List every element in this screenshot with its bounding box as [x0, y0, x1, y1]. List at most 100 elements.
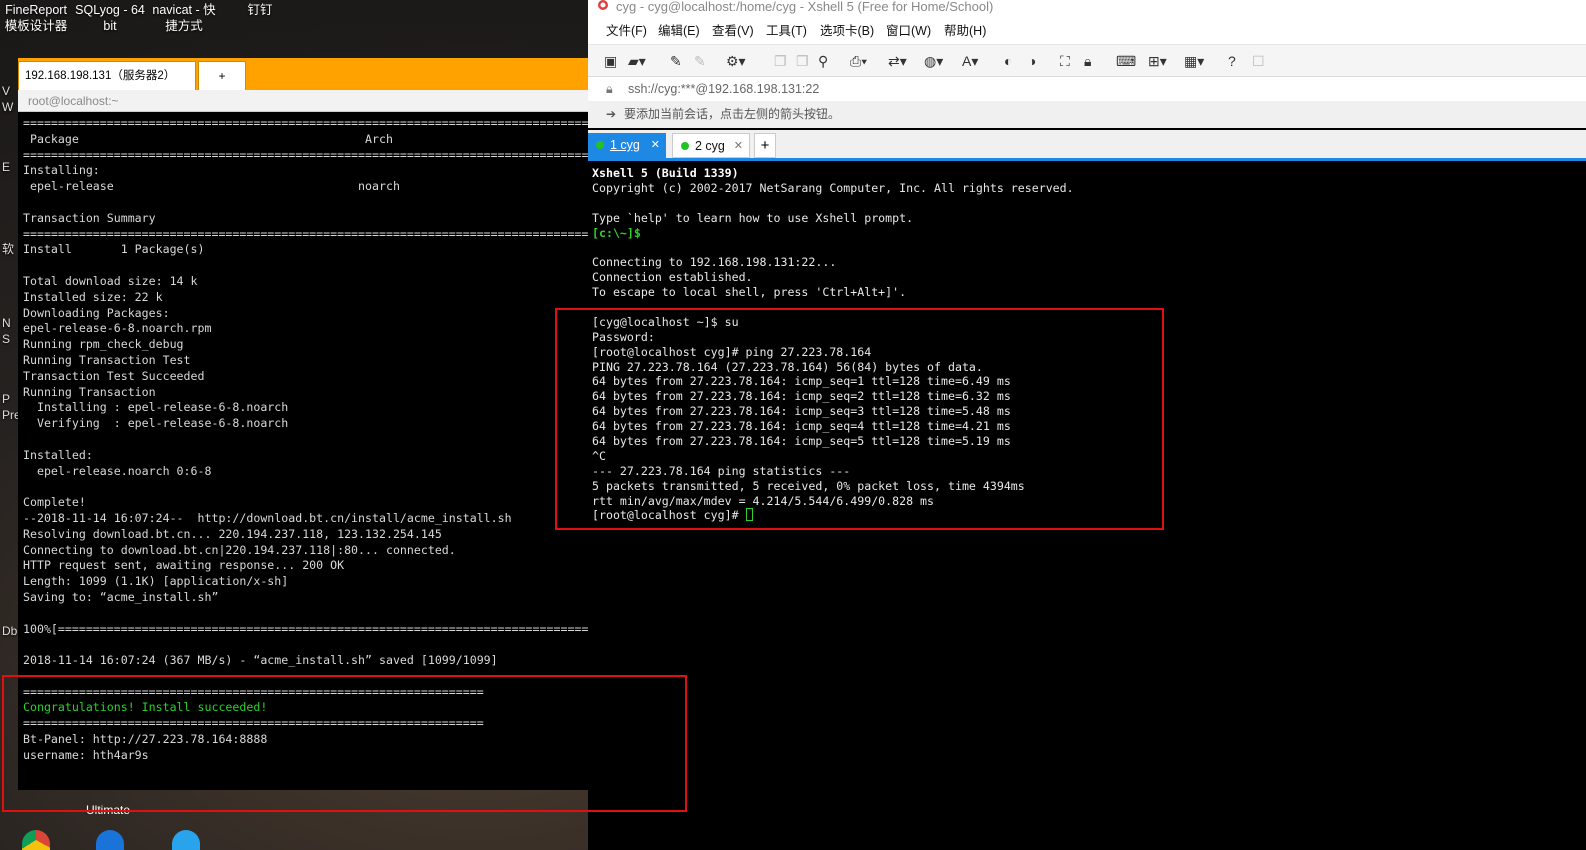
terminal-line: [cyg@localhost ~]$ su — [592, 314, 739, 329]
edge-icon[interactable] — [96, 830, 124, 850]
terminal-line: ^C — [592, 448, 606, 463]
disconnect-icon[interactable]: ✎ — [694, 52, 706, 70]
desktop-icon-finereport[interactable]: FineReport 模板设计器 — [0, 2, 72, 34]
paste-icon[interactable]: ❐ — [796, 52, 809, 70]
terminal-line: Package Arch — [23, 131, 393, 146]
terminal-line: epel-release-6-8.noarch.rpm — [23, 321, 212, 336]
terminal-final-prompt: [root@localhost cyg]# — [592, 508, 1582, 523]
xftp-icon[interactable]: ◐ — [1004, 52, 1012, 70]
terminal-line: Install 1 Package(s) — [23, 242, 205, 257]
app-icon[interactable] — [172, 830, 200, 850]
lock-icon[interactable]: 🔒︎ — [1084, 52, 1091, 70]
terminal-line: 64 bytes from 27.223.78.164: icmp_seq=1 … — [592, 374, 1011, 389]
left-new-tab-button[interactable]: + — [198, 61, 246, 90]
layout-icon[interactable]: ▦▾ — [1184, 52, 1204, 70]
terminal-line: Transaction Summary — [23, 210, 156, 225]
tab-session-1[interactable]: 1 cyg ✕ — [588, 133, 666, 158]
session-address: ssh://cyg:***@192.168.198.131:22 — [628, 82, 820, 96]
keyboard-icon[interactable]: ⌨ — [1116, 52, 1136, 70]
left-tab-bar: 192.168.198.131（服务器2） + — [18, 58, 588, 90]
desktop-icon-dingtalk[interactable]: 钉钉 — [224, 2, 296, 18]
terminal-line: Downloading Packages: — [23, 305, 170, 320]
terminal-line: PING 27.223.78.164 (27.223.78.164) 56(84… — [592, 359, 983, 374]
terminal-line: epel-release noarch — [23, 179, 400, 194]
menu-tabs[interactable]: 选项卡(B) — [820, 18, 874, 44]
print-icon[interactable]: ⎙▾ — [850, 52, 867, 70]
terminal-line: Connecting to download.bt.cn|220.194.237… — [23, 542, 456, 557]
menu-window[interactable]: 窗口(W) — [886, 18, 931, 44]
desktop-icon-navicat[interactable]: navicat - 快 捷方式 — [148, 2, 220, 34]
terminal-copyright: Copyright (c) 2002-2017 NetSarang Comput… — [592, 180, 1074, 195]
terminal-line: Connection established. — [592, 270, 753, 285]
chat-icon[interactable]: ☐ — [1252, 52, 1265, 70]
menu-help[interactable]: 帮助(H) — [944, 18, 986, 44]
terminal-line: ========================================… — [23, 226, 588, 241]
open-folder-icon[interactable]: ▰▾ — [628, 52, 646, 70]
menu-tools[interactable]: 工具(T) — [766, 18, 807, 44]
chrome-icon[interactable] — [22, 830, 50, 850]
help-icon[interactable]: ? — [1228, 52, 1236, 70]
terminal-line: [root@localhost cyg]# ping 27.223.78.164 — [592, 344, 872, 359]
terminal-line: Installing : epel-release-6-8.noarch — [23, 400, 289, 415]
new-session-icon[interactable]: ▣ — [604, 52, 617, 70]
left-tab-server2[interactable]: 192.168.198.131（服务器2） — [18, 61, 196, 90]
properties-icon[interactable]: ⚙▾ — [726, 52, 746, 70]
xmanager-icon[interactable]: ◑ — [1028, 52, 1036, 70]
terminal-line: Transaction Test Succeeded — [23, 368, 205, 383]
terminal-local-prompt: [c:\~]$ — [592, 225, 641, 240]
close-icon[interactable]: ✕ — [734, 134, 743, 159]
xshell-window: cyg - cyg@localhost:/home/cyg - Xshell 5… — [588, 0, 1586, 850]
terminal-line: ========================================… — [23, 684, 484, 699]
terminal-line: Complete! — [23, 495, 86, 510]
connected-status-icon — [596, 140, 604, 149]
new-tab-button[interactable]: + — [754, 133, 776, 158]
left-terminal-window: 192.168.198.131（服务器2） + root@localhost:~… — [18, 58, 588, 790]
terminal-line: Connecting to 192.168.198.131:22... — [592, 255, 837, 270]
connected-status-icon — [681, 141, 689, 150]
reconnect-icon[interactable]: ✎ — [670, 52, 682, 70]
xshell-session-hint-bar: ➔ 要添加当前会话，点击左侧的箭头按钮。 — [588, 101, 1586, 128]
transfer-icon[interactable]: ⇄▾ — [888, 52, 907, 70]
globe-icon[interactable]: ◍▾ — [924, 52, 943, 70]
fullscreen-icon[interactable]: ⛶ — [1060, 52, 1070, 70]
add-icon[interactable]: ⊞▾ — [1148, 52, 1167, 70]
terminal-help-line: Type `help' to learn how to use Xshell p… — [592, 210, 914, 225]
terminal-line: ========================================… — [23, 116, 588, 130]
terminal-banner: Xshell 5 (Build 1339) — [592, 166, 739, 180]
copy-icon[interactable]: ❐ — [774, 52, 787, 70]
menu-edit[interactable]: 编辑(E) — [658, 18, 700, 44]
session-hint-text: 要添加当前会话，点击左侧的箭头按钮。 — [624, 107, 841, 121]
font-icon[interactable]: A▾ — [962, 52, 978, 70]
terminal-line: --- 27.223.78.164 ping statistics --- — [592, 463, 851, 478]
tab-session-2[interactable]: 2 cyg ✕ — [672, 133, 750, 158]
left-terminal-output[interactable]: ========================================… — [23, 116, 588, 790]
close-icon[interactable]: ✕ — [651, 133, 660, 158]
terminal-line: Saving to: “acme_install.sh” — [23, 589, 219, 604]
terminal-line: Installed size: 22 k — [23, 289, 163, 304]
terminal-line: HTTP request sent, awaiting response... … — [23, 558, 345, 573]
find-icon[interactable]: ⚲ — [818, 52, 828, 70]
terminal-line: Password: — [592, 329, 655, 344]
xshell-title-text: cyg - cyg@localhost:/home/cyg - Xshell 5… — [616, 0, 994, 14]
desktop-partial-label: Db — [2, 624, 18, 638]
desktop-icon-sqlyog[interactable]: SQLyog - 64 bit — [74, 2, 146, 34]
terminal-line: username: hth4ar9s — [23, 747, 149, 762]
terminal-line: 2018-11-14 16:07:24 (367 MB/s) - “acme_i… — [23, 653, 498, 668]
desktop-partial-label: S — [2, 332, 11, 346]
terminal-line: Running Transaction — [23, 384, 156, 399]
terminal-line: 100%[===================================… — [23, 621, 588, 636]
xshell-address-bar[interactable]: 🔒︎ ssh://cyg:***@192.168.198.131:22 — [588, 76, 1586, 102]
arrow-icon[interactable]: ➔ — [606, 101, 616, 128]
menu-file[interactable]: 文件(F) — [606, 18, 647, 44]
terminal-line: epel-release.noarch 0:6-8 — [23, 463, 212, 478]
xshell-title-bar: cyg - cyg@localhost:/home/cyg - Xshell 5… — [588, 0, 1586, 18]
terminal-session-lines: [cyg@localhost ~]$ su Password: [root@loca… — [592, 315, 1582, 509]
xshell-terminal-output[interactable]: Xshell 5 (Build 1339) Copyright (c) 2002… — [592, 166, 1582, 846]
terminal-line: Installed: — [23, 447, 93, 462]
menu-view[interactable]: 查看(V) — [712, 18, 754, 44]
